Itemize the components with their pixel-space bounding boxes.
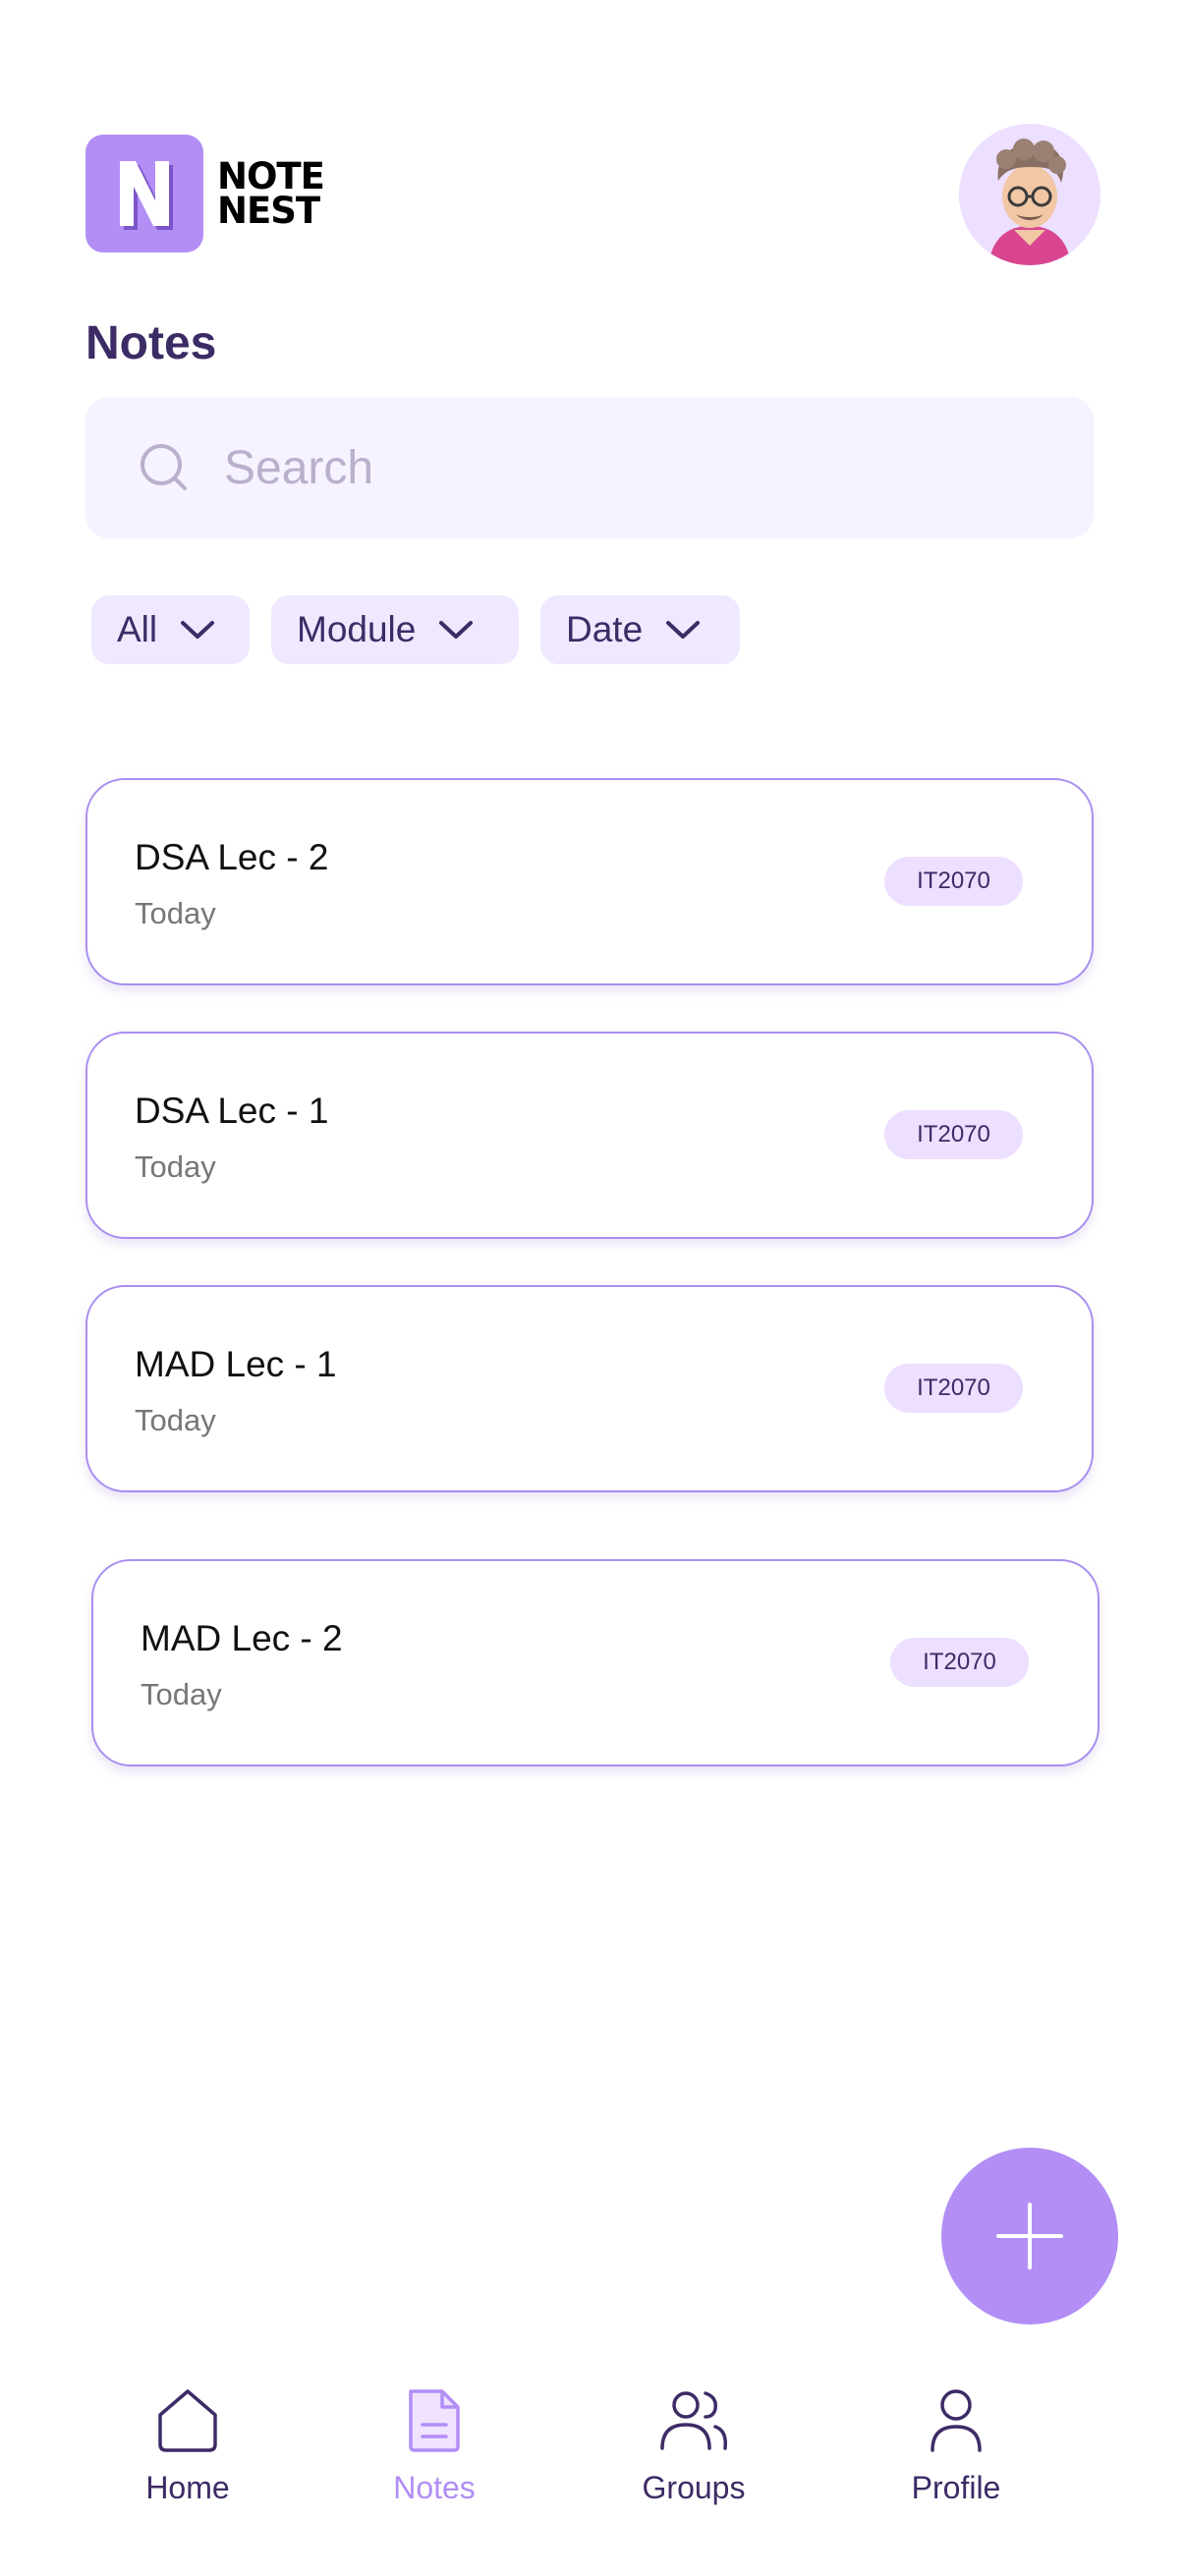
- logo-mark: [85, 135, 203, 252]
- nav-profile[interactable]: Profile: [877, 2387, 1035, 2506]
- nav-home[interactable]: Home: [109, 2387, 266, 2506]
- page-title: Notes: [85, 317, 217, 369]
- search-bar[interactable]: Search: [85, 397, 1094, 538]
- nav-notes[interactable]: Notes: [356, 2387, 513, 2506]
- search-icon: [141, 444, 187, 490]
- search-placeholder[interactable]: Search: [224, 441, 373, 495]
- module-badge: IT2070: [884, 1364, 1023, 1413]
- module-badge: IT2070: [890, 1638, 1029, 1687]
- app-logo: NOTE NEST: [85, 135, 325, 252]
- note-card[interactable]: MAD Lec - 2 Today IT2070: [91, 1559, 1100, 1766]
- nav-groups-label: Groups: [642, 2470, 746, 2505]
- plus-icon: [996, 2203, 1063, 2269]
- add-note-button[interactable]: [941, 2148, 1118, 2324]
- note-title: DSA Lec - 2: [135, 837, 329, 877]
- logo-line-1: NOTE: [217, 155, 325, 197]
- note-date: Today: [135, 1403, 216, 1437]
- filter-date-label: Date: [566, 609, 644, 649]
- chevron-down-icon: [666, 621, 701, 639]
- note-title: MAD Lec - 2: [141, 1618, 343, 1658]
- note-date: Today: [135, 1149, 216, 1184]
- nav-home-label: Home: [145, 2470, 230, 2505]
- chevron-down-icon: [181, 621, 215, 639]
- note-card[interactable]: MAD Lec - 1 Today IT2070: [85, 1285, 1094, 1492]
- nav-notes-label: Notes: [393, 2470, 476, 2505]
- nav-profile-label: Profile: [911, 2470, 1001, 2505]
- module-badge: IT2070: [884, 1110, 1023, 1159]
- note-date: Today: [141, 1677, 222, 1711]
- logo-letter-n: [120, 161, 173, 230]
- users-icon: [660, 2391, 728, 2450]
- avatar[interactable]: [959, 124, 1100, 265]
- avatar-illustration: [959, 124, 1100, 265]
- logo-line-2: NEST: [217, 190, 320, 232]
- note-title: DSA Lec - 1: [135, 1091, 329, 1131]
- filter-all-label: All: [117, 609, 158, 649]
- filter-date-dropdown[interactable]: Date: [540, 595, 740, 664]
- note-date: Today: [135, 896, 216, 930]
- home-icon: [158, 2389, 217, 2452]
- chevron-down-icon: [439, 621, 474, 639]
- user-icon: [931, 2389, 982, 2452]
- note-title: MAD Lec - 1: [135, 1344, 337, 1384]
- logo-wordmark: NOTE NEST: [217, 155, 325, 232]
- note-card[interactable]: DSA Lec - 1 Today IT2070: [85, 1032, 1094, 1239]
- filter-all-dropdown[interactable]: All: [91, 595, 250, 664]
- filter-module-dropdown[interactable]: Module: [271, 595, 519, 664]
- nav-groups[interactable]: Groups: [615, 2387, 772, 2506]
- module-badge: IT2070: [884, 857, 1023, 906]
- note-card[interactable]: DSA Lec - 2 Today IT2070: [85, 778, 1094, 985]
- document-icon: [409, 2389, 460, 2452]
- filter-module-label: Module: [297, 609, 417, 649]
